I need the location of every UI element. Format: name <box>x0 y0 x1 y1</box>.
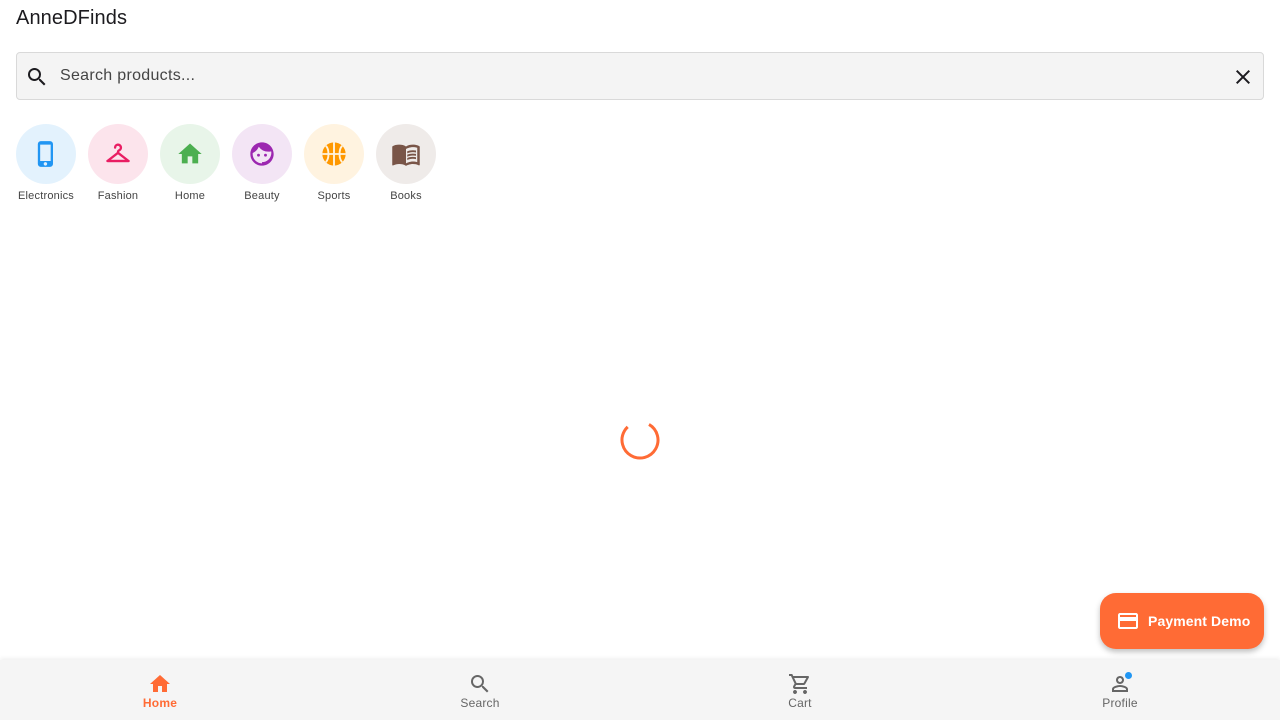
clear-icon[interactable] <box>1231 65 1255 89</box>
category-fashion[interactable]: Fashion <box>88 124 148 202</box>
category-sports-circle <box>304 124 364 184</box>
category-books[interactable]: Books <box>376 124 436 202</box>
category-fashion-circle <box>88 124 148 184</box>
hanger-icon <box>106 143 130 163</box>
face-icon <box>250 142 274 166</box>
book-icon <box>392 144 420 166</box>
loading-spinner-icon <box>620 420 660 460</box>
notification-dot <box>1125 672 1132 679</box>
nav-profile-label: Profile <box>1102 696 1138 710</box>
nav-profile[interactable]: Profile <box>960 660 1280 720</box>
category-label: Electronics <box>18 190 74 202</box>
category-label: Sports <box>317 190 351 202</box>
nav-search-label: Search <box>460 696 500 710</box>
credit-card-icon <box>1118 613 1138 629</box>
category-beauty[interactable]: Beauty <box>232 124 292 202</box>
category-books-circle <box>376 124 436 184</box>
app-title: AnneDFinds <box>16 7 128 29</box>
category-list: Electronics Fashion Home Beauty Sports B… <box>16 124 448 202</box>
category-home[interactable]: Home <box>160 124 220 202</box>
cart-icon <box>789 674 810 694</box>
category-label: Home <box>174 190 206 202</box>
nav-cart-label: Cart <box>788 696 812 710</box>
search-icon <box>471 675 489 693</box>
nav-home[interactable]: Home <box>0 660 320 720</box>
house-icon <box>178 143 202 164</box>
nav-search[interactable]: Search <box>320 660 640 720</box>
category-label: Books <box>390 190 422 202</box>
home-icon <box>150 675 170 692</box>
smartphone-icon <box>37 141 53 167</box>
nav-home-label: Home <box>142 696 178 710</box>
category-beauty-circle <box>232 124 292 184</box>
category-electronics-circle <box>16 124 76 184</box>
category-label: Fashion <box>97 190 139 202</box>
payment-demo-button[interactable]: Payment Demo <box>1100 593 1264 649</box>
basketball-icon <box>322 142 346 166</box>
payment-demo-label: Payment Demo <box>1148 613 1251 629</box>
nav-cart[interactable]: Cart <box>640 660 960 720</box>
search-input[interactable] <box>60 53 1220 99</box>
category-label: Beauty <box>244 190 280 202</box>
category-sports[interactable]: Sports <box>304 124 364 202</box>
search-bar[interactable] <box>16 52 1264 100</box>
search-icon <box>28 68 46 86</box>
category-home-circle <box>160 124 220 184</box>
category-electronics[interactable]: Electronics <box>16 124 76 202</box>
bottom-navigation: Home Search Cart Profile <box>0 660 1280 720</box>
